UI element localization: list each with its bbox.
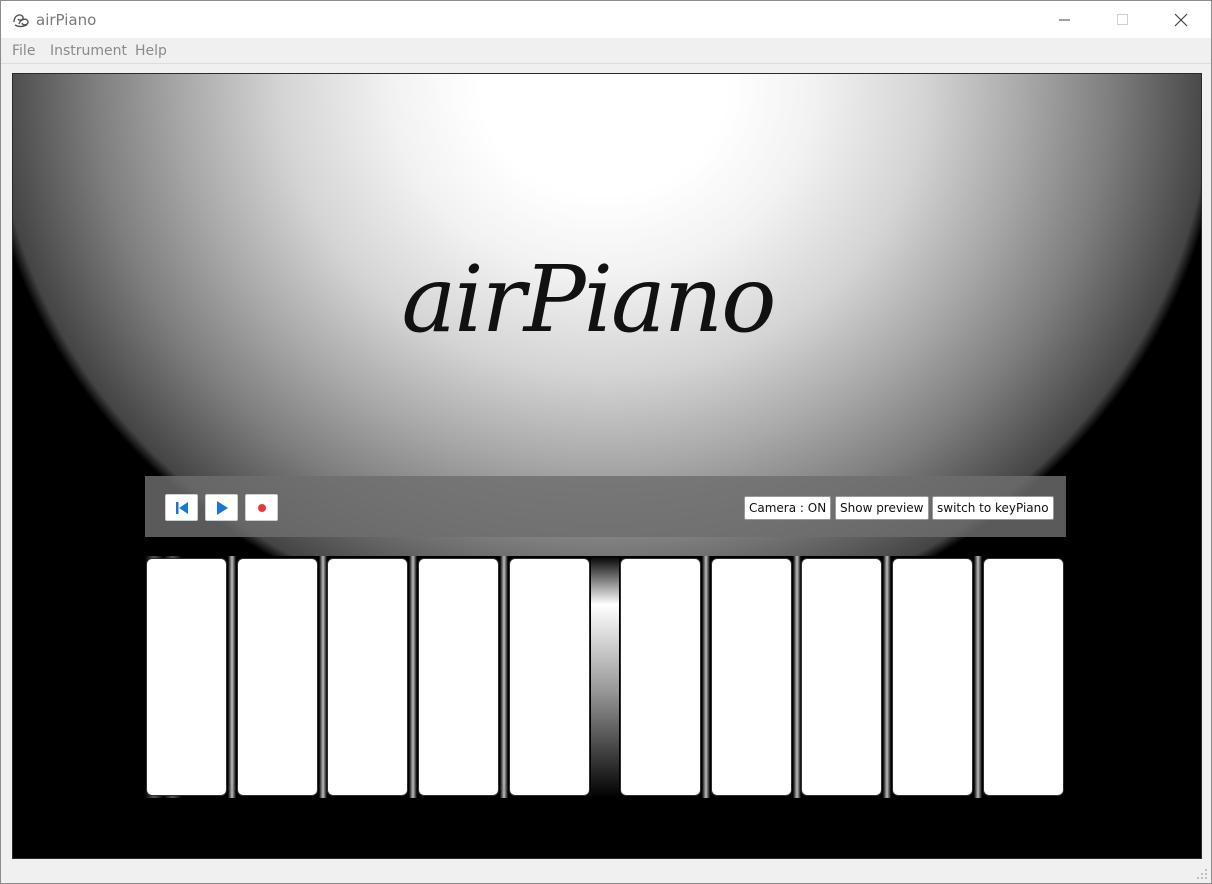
piano-key-9[interactable] bbox=[892, 558, 973, 796]
menu-bar: File Instrument Help bbox=[1, 39, 1211, 64]
piano-key-1[interactable] bbox=[146, 558, 227, 796]
maximize-button[interactable] bbox=[1094, 1, 1152, 38]
piano-stage: airPiano Camera : ON Show preview switch… bbox=[12, 73, 1202, 859]
menu-help[interactable]: Help bbox=[135, 43, 167, 59]
window-title: airPiano bbox=[36, 11, 97, 29]
camera-toggle-button[interactable]: Camera : ON bbox=[744, 496, 832, 520]
skip-back-button[interactable] bbox=[165, 494, 198, 521]
minimize-button[interactable] bbox=[1036, 1, 1094, 38]
resize-grip-icon[interactable] bbox=[1196, 868, 1208, 880]
maximize-icon bbox=[1117, 13, 1128, 25]
piano-keys-area bbox=[145, 556, 1066, 798]
menu-instrument[interactable]: Instrument bbox=[50, 43, 127, 59]
piano-key-4[interactable] bbox=[418, 558, 499, 796]
menu-file[interactable]: File bbox=[12, 43, 35, 59]
piano-key-7[interactable] bbox=[711, 558, 792, 796]
skip-back-icon bbox=[175, 501, 188, 514]
minimize-icon bbox=[1059, 19, 1070, 20]
piano-key-5[interactable] bbox=[509, 558, 590, 796]
switch-to-keypiano-button[interactable]: switch to keyPiano bbox=[932, 496, 1054, 520]
key-gap bbox=[228, 556, 236, 798]
key-gap bbox=[883, 556, 891, 798]
show-preview-button[interactable]: Show preview bbox=[835, 496, 929, 520]
piano-key-8[interactable] bbox=[801, 558, 882, 796]
piano-key-10[interactable] bbox=[983, 558, 1064, 796]
app-logo-icon bbox=[13, 14, 29, 28]
piano-key-2[interactable] bbox=[237, 558, 318, 796]
play-icon bbox=[216, 500, 228, 515]
control-toolbar: Camera : ON Show preview switch to keyPi… bbox=[145, 476, 1066, 537]
key-gap bbox=[319, 556, 327, 798]
key-gap bbox=[500, 556, 508, 798]
record-button[interactable] bbox=[245, 494, 278, 521]
key-gap bbox=[793, 556, 801, 798]
key-gap bbox=[409, 556, 417, 798]
key-gap-center bbox=[591, 556, 619, 798]
title-bar[interactable]: airPiano bbox=[1, 1, 1211, 38]
record-icon bbox=[257, 503, 266, 512]
status-bar bbox=[1, 863, 1211, 883]
app-window: airPiano File Instrument Help airPiano C… bbox=[0, 0, 1212, 884]
key-gap bbox=[702, 556, 710, 798]
app-logo-title: airPiano bbox=[401, 245, 776, 353]
key-gap bbox=[974, 556, 982, 798]
play-button[interactable] bbox=[205, 494, 238, 521]
piano-key-3[interactable] bbox=[327, 558, 408, 796]
piano-key-6[interactable] bbox=[620, 558, 701, 796]
close-button[interactable] bbox=[1152, 1, 1210, 38]
close-icon bbox=[1174, 13, 1188, 26]
